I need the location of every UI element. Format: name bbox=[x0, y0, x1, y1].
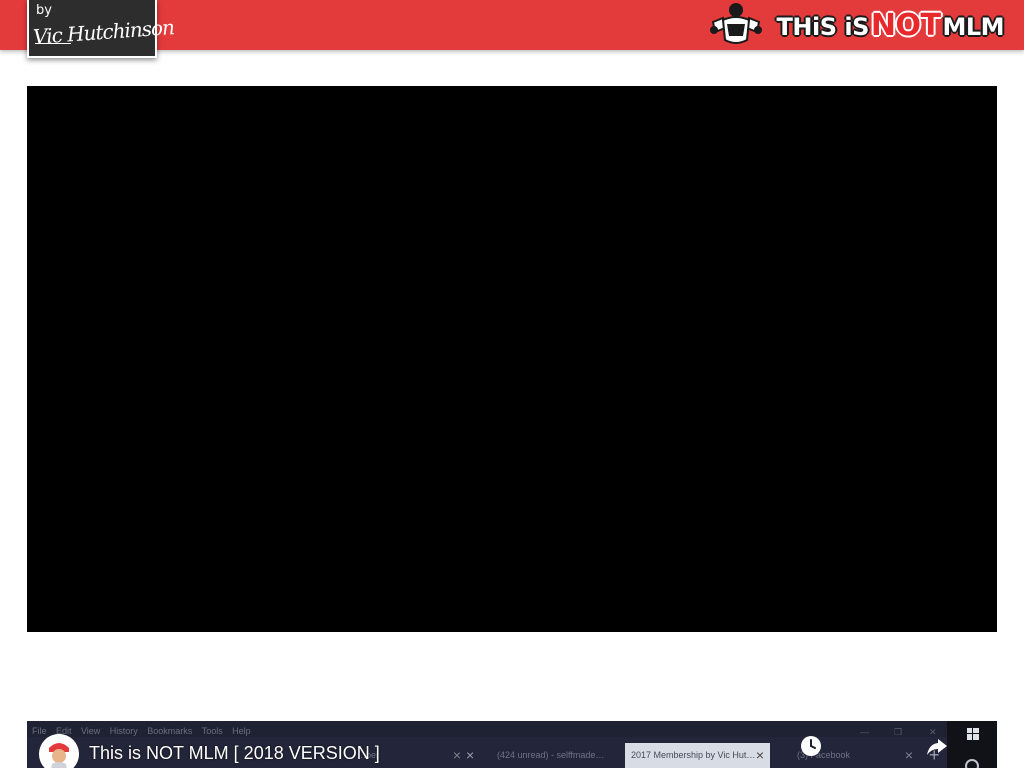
video-embed-player[interactable]: File Edit View History Bookmarks Tools H… bbox=[27, 721, 997, 768]
search-icon bbox=[965, 759, 979, 768]
author-logo-by-label: by bbox=[36, 3, 52, 18]
author-logo-signature: Vic Hutchinson bbox=[32, 15, 175, 49]
author-signature-logo[interactable]: by Vic Hutchinson bbox=[27, 0, 175, 58]
brand-text-part3: MLM bbox=[942, 12, 1004, 41]
brand-text-part2: NOT bbox=[870, 7, 941, 43]
watch-later-icon[interactable] bbox=[801, 736, 821, 756]
avatar-icon bbox=[39, 734, 79, 768]
brand-text-part1: THiS iS bbox=[776, 12, 870, 41]
windows-logo-icon bbox=[967, 728, 979, 740]
video-title-bar: This is NOT MLM [ 2018 VERSION ] bbox=[27, 721, 947, 768]
brand-logo[interactable]: THiS iSNOTMLM bbox=[709, 0, 1004, 50]
video-player[interactable] bbox=[27, 86, 997, 632]
channel-avatar[interactable] bbox=[39, 734, 79, 768]
site-header: by Vic Hutchinson THiS iSNOTMLM bbox=[0, 0, 1024, 58]
video-title[interactable]: This is NOT MLM [ 2018 VERSION ] bbox=[89, 743, 380, 764]
share-icon[interactable] bbox=[926, 735, 948, 757]
brand-wordmark: THiS iSNOTMLM bbox=[776, 7, 1005, 43]
mascot-icon bbox=[709, 3, 762, 44]
